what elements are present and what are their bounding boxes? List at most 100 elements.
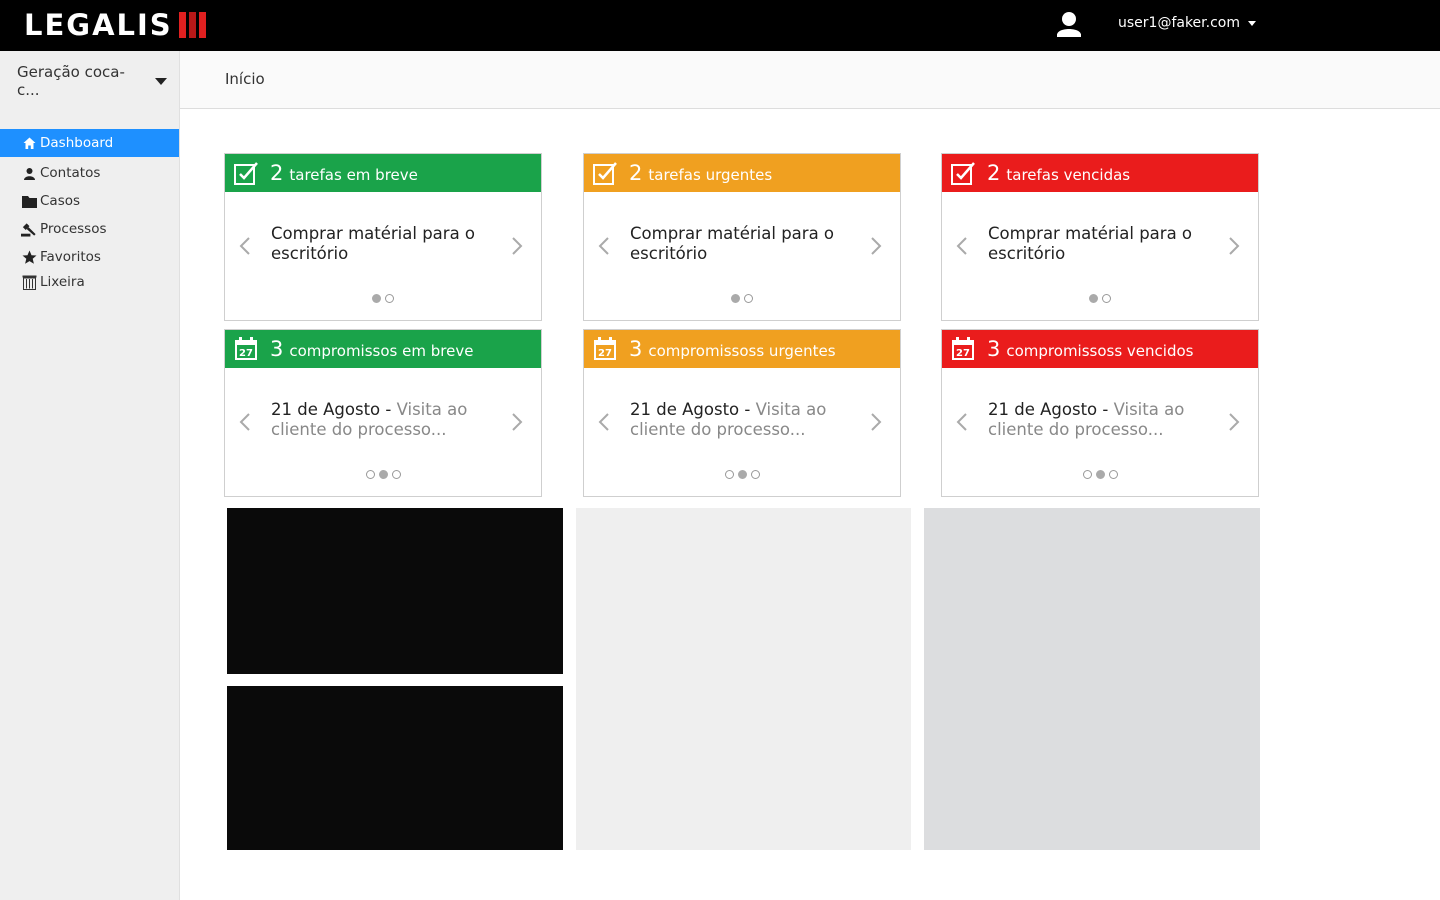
folder-icon xyxy=(21,193,37,209)
card-header[interactable]: 2 tarefas em breve xyxy=(225,154,541,192)
card-count: 3 xyxy=(270,337,284,361)
sidebar-item-contatos[interactable]: Contatos xyxy=(0,159,179,187)
card-header[interactable]: 27 3 compromissoss vencidos xyxy=(942,330,1258,368)
task-icon xyxy=(950,160,976,186)
svg-text:27: 27 xyxy=(956,348,970,359)
chevron-right-icon[interactable] xyxy=(511,237,523,255)
card-label: tarefas em breve xyxy=(289,166,418,184)
gavel-icon xyxy=(21,221,37,237)
organization-select[interactable]: Geração coca-c... xyxy=(17,63,167,99)
chevron-right-icon[interactable] xyxy=(1228,413,1240,431)
chevron-left-icon[interactable] xyxy=(239,237,251,255)
card-carousel: Comprar matérial para o escritório xyxy=(584,192,900,320)
sidebar-item-lixeira[interactable]: Lixeira xyxy=(0,271,179,293)
top-bar: LEGALIS user1@faker.com xyxy=(0,0,1440,51)
card-count: 2 xyxy=(270,161,284,185)
carousel-item[interactable]: Comprar matérial para o escritório xyxy=(271,224,501,264)
dashboard-widget xyxy=(227,686,563,850)
card-label: compromissos em breve xyxy=(289,342,474,360)
summary-card: 2 tarefas em breve Comprar matérial para o… xyxy=(224,153,542,321)
chevron-right-icon[interactable] xyxy=(511,413,523,431)
sidebar-item-label: Processos xyxy=(40,221,107,237)
legalis-logo[interactable]: LEGALIS xyxy=(24,9,206,41)
carousel-indicators xyxy=(942,470,1258,479)
card-label: tarefas vencidas xyxy=(1006,166,1131,184)
carousel-dot[interactable] xyxy=(1082,470,1092,479)
carousel-indicators xyxy=(584,294,900,303)
calendar-icon: 27 xyxy=(592,336,618,362)
sidebar-item-label: Contatos xyxy=(40,165,101,181)
carousel-item-title: 21 de Agosto - xyxy=(271,400,397,419)
carousel-dot[interactable] xyxy=(737,470,747,479)
card-carousel: Comprar matérial para o escritório xyxy=(942,192,1258,320)
carousel-dot[interactable] xyxy=(731,294,740,303)
person-icon xyxy=(21,165,37,181)
carousel-dot[interactable] xyxy=(1095,470,1105,479)
chevron-right-icon[interactable] xyxy=(1228,237,1240,255)
organization-name: Geração coca-c... xyxy=(17,63,125,99)
dashboard-widget xyxy=(576,508,911,850)
carousel-item-title: Comprar matérial para o escritório xyxy=(271,224,476,263)
sidebar-item-casos[interactable]: Casos xyxy=(0,187,179,215)
user-email: user1@faker.com xyxy=(1118,15,1240,31)
carousel-item[interactable]: Comprar matérial para o escritório xyxy=(988,224,1218,264)
star-icon xyxy=(21,249,37,265)
sidebar-item-processos[interactable]: Processos xyxy=(0,215,179,243)
chevron-right-icon[interactable] xyxy=(870,413,882,431)
carousel-dot[interactable] xyxy=(750,470,760,479)
card-header[interactable]: 27 3 compromissoss urgentes xyxy=(584,330,900,368)
chevron-left-icon[interactable] xyxy=(598,237,610,255)
carousel-indicators xyxy=(225,470,541,479)
carousel-item[interactable]: Comprar matérial para o escritório xyxy=(630,224,860,264)
svg-text:27: 27 xyxy=(239,348,253,359)
chevron-left-icon[interactable] xyxy=(598,413,610,431)
carousel-item[interactable]: 21 de Agosto - Visita ao cliente do proc… xyxy=(630,400,860,440)
carousel-indicators xyxy=(584,470,900,479)
carousel-dot[interactable] xyxy=(365,470,375,479)
sidebar-item-label: Lixeira xyxy=(40,274,85,290)
card-carousel: 21 de Agosto - Visita ao cliente do proc… xyxy=(584,368,900,496)
card-count: 2 xyxy=(987,161,1001,185)
chevron-left-icon[interactable] xyxy=(956,413,968,431)
card-header[interactable]: 27 3 compromissos em breve xyxy=(225,330,541,368)
carousel-dot[interactable] xyxy=(1108,470,1118,479)
sidebar-item-favoritos[interactable]: Favoritos xyxy=(0,243,179,271)
breadcrumb: Início xyxy=(180,51,1440,109)
card-header[interactable]: 2 tarefas urgentes xyxy=(584,154,900,192)
carousel-dot[interactable] xyxy=(378,470,388,479)
summary-card: 2 tarefas urgentes Comprar matérial para o… xyxy=(583,153,901,321)
carousel-indicators xyxy=(225,294,541,303)
card-carousel: Comprar matérial para o escritório xyxy=(225,192,541,320)
summary-card: 2 tarefas vencidas Comprar matérial para o… xyxy=(941,153,1259,321)
chevron-left-icon[interactable] xyxy=(956,237,968,255)
dashboard-widget xyxy=(924,508,1260,850)
sidebar: Geração coca-c... Dashboard Contatos Cas… xyxy=(0,51,180,900)
card-header[interactable]: 2 tarefas vencidas xyxy=(942,154,1258,192)
card-label: compromissoss urgentes xyxy=(648,342,836,360)
carousel-dot[interactable] xyxy=(744,294,753,303)
chevron-down-icon xyxy=(1248,20,1256,26)
summary-card: 27 3 compromissoss vencidos 21 de Agosto - … xyxy=(941,329,1259,497)
user-icon[interactable] xyxy=(1055,11,1083,37)
sidebar-item-dashboard[interactable]: Dashboard xyxy=(0,129,179,157)
calendar-icon: 27 xyxy=(233,336,259,362)
calendar-icon: 27 xyxy=(950,336,976,362)
carousel-item[interactable]: 21 de Agosto - Visita ao cliente do proc… xyxy=(271,400,501,440)
carousel-item-title: 21 de Agosto - xyxy=(988,400,1114,419)
carousel-item[interactable]: 21 de Agosto - Visita ao cliente do proc… xyxy=(988,400,1218,440)
chevron-right-icon[interactable] xyxy=(870,237,882,255)
dashboard-widget xyxy=(227,508,563,674)
sidebar-nav: Dashboard Contatos Casos Processos Favor… xyxy=(0,129,179,293)
carousel-dot[interactable] xyxy=(385,294,394,303)
carousel-dot[interactable] xyxy=(1089,294,1098,303)
breadcrumb-current[interactable]: Início xyxy=(225,70,265,88)
svg-text:27: 27 xyxy=(598,348,612,359)
user-menu[interactable]: user1@faker.com xyxy=(1118,15,1256,31)
carousel-dot[interactable] xyxy=(724,470,734,479)
carousel-dot[interactable] xyxy=(372,294,381,303)
chevron-left-icon[interactable] xyxy=(239,413,251,431)
carousel-dot[interactable] xyxy=(391,470,401,479)
carousel-dot[interactable] xyxy=(1102,294,1111,303)
carousel-item-title: Comprar matérial para o escritório xyxy=(630,224,835,263)
task-icon xyxy=(233,160,259,186)
